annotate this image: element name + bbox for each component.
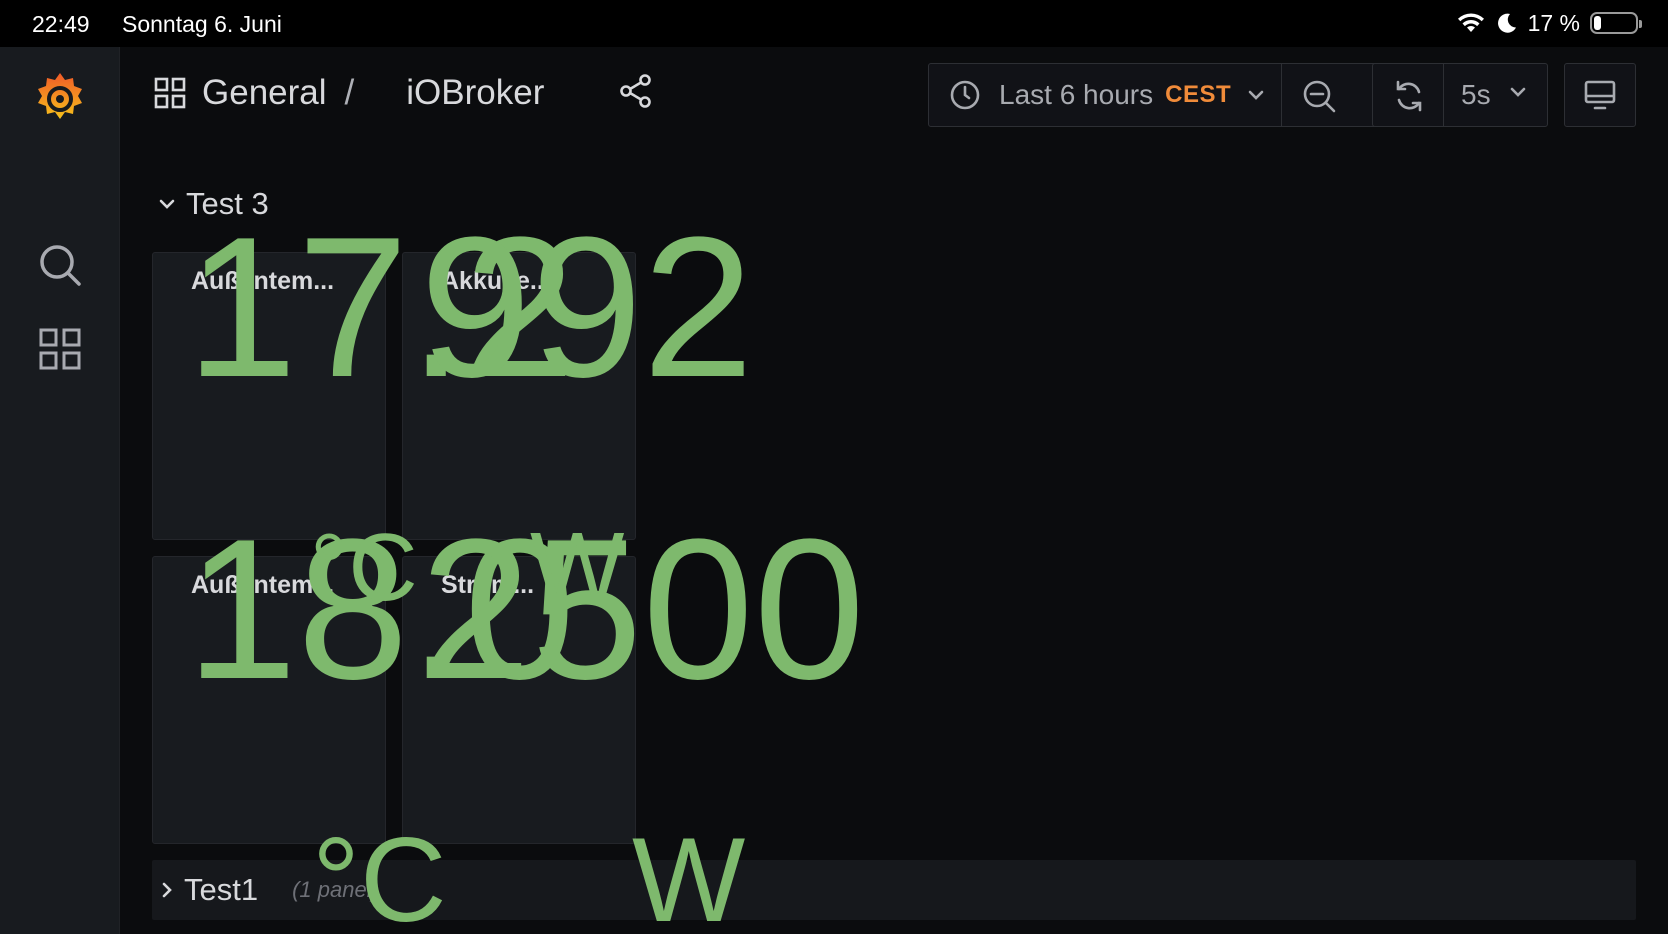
dashboard-title[interactable]: iOBroker — [406, 73, 544, 113]
status-date: Sonntag 6. Juni — [122, 11, 282, 37]
time-range-picker[interactable]: Last 6 hours CEST — [928, 63, 1400, 127]
divider — [1443, 64, 1444, 126]
battery-icon — [1590, 12, 1642, 34]
dashboards-grid-icon[interactable] — [38, 327, 82, 371]
stat-unit: W — [632, 813, 746, 934]
sidebar — [0, 47, 120, 934]
time-range-label: Last 6 hours — [999, 79, 1154, 110]
chevron-down-icon — [159, 199, 175, 209]
kiosk-mode-button[interactable] — [1564, 63, 1636, 127]
row-title: Test1 — [184, 872, 259, 907]
status-indicators: 17 % — [1456, 9, 1642, 36]
search-icon[interactable] — [38, 243, 82, 287]
dashboard-grid-icon — [154, 77, 186, 109]
share-icon[interactable] — [618, 73, 654, 109]
moon-icon — [1497, 13, 1516, 33]
battery-fill — [1594, 16, 1601, 30]
breadcrumb-folder[interactable]: General — [202, 73, 327, 113]
stat-value: 2500 — [420, 498, 865, 721]
chevron-right-icon — [162, 882, 172, 898]
chevron-down-icon — [1248, 90, 1264, 100]
stat-unit: W — [530, 512, 625, 624]
timezone-label: CEST — [1165, 81, 1232, 108]
refresh-icon[interactable] — [1391, 78, 1427, 114]
stat-unit: °C — [312, 813, 447, 934]
clock-icon — [950, 80, 980, 110]
wifi-icon — [1457, 13, 1484, 32]
stat-unit: °C — [310, 514, 418, 621]
grafana-logo-icon[interactable] — [34, 69, 86, 125]
breadcrumb-separator: / — [344, 73, 355, 112]
zoom-out-icon[interactable] — [1301, 78, 1337, 114]
battery-percent: 17 % — [1527, 9, 1580, 36]
status-time: 22:49 — [32, 11, 90, 37]
monitor-icon — [1584, 80, 1616, 110]
top-navbar: General / iOBroker Last 6 hours CEST 5s — [120, 47, 1668, 143]
breadcrumb: General / iOBroker — [154, 73, 544, 113]
chevron-down-icon[interactable] — [1509, 86, 1527, 98]
divider — [1281, 64, 1282, 126]
refresh-interval[interactable]: 5s — [1461, 79, 1491, 111]
refresh-picker: 5s — [1372, 63, 1548, 127]
stat-value: 992 — [420, 196, 754, 419]
status-bar: 22:49 Sonntag 6. Juni 17 % — [0, 0, 1668, 47]
